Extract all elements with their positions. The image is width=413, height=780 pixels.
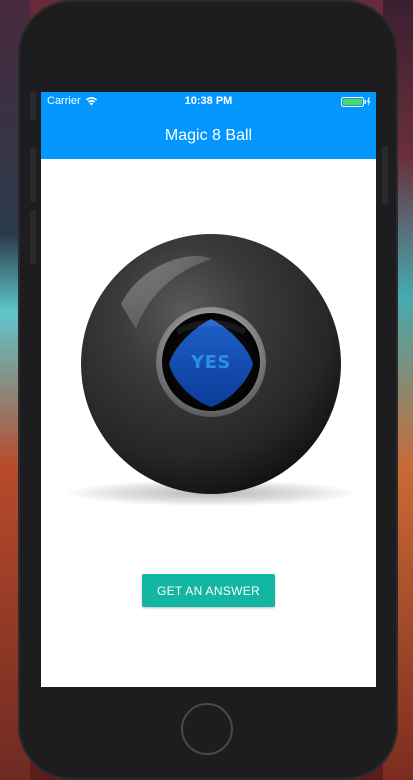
magic-8-ball: YES xyxy=(56,230,361,510)
battery-charging-icon xyxy=(341,97,371,107)
power-button xyxy=(382,146,388,204)
app-screen: Carrier 10:38 PM Magic 8 Ball YES GET AN… xyxy=(41,92,376,687)
eight-ball-sphere: YES xyxy=(81,234,341,494)
volume-down-button xyxy=(30,210,36,264)
answer-text: YES xyxy=(191,352,231,373)
get-answer-button[interactable]: GET AN ANSWER xyxy=(142,574,275,607)
page-title: Magic 8 Ball xyxy=(164,126,253,144)
mute-switch xyxy=(30,92,36,120)
navigation-bar: Magic 8 Ball xyxy=(41,112,376,159)
home-button[interactable] xyxy=(181,703,233,755)
status-bar: Carrier 10:38 PM xyxy=(41,92,376,112)
status-time: 10:38 PM xyxy=(184,95,233,107)
volume-up-button xyxy=(30,148,36,202)
